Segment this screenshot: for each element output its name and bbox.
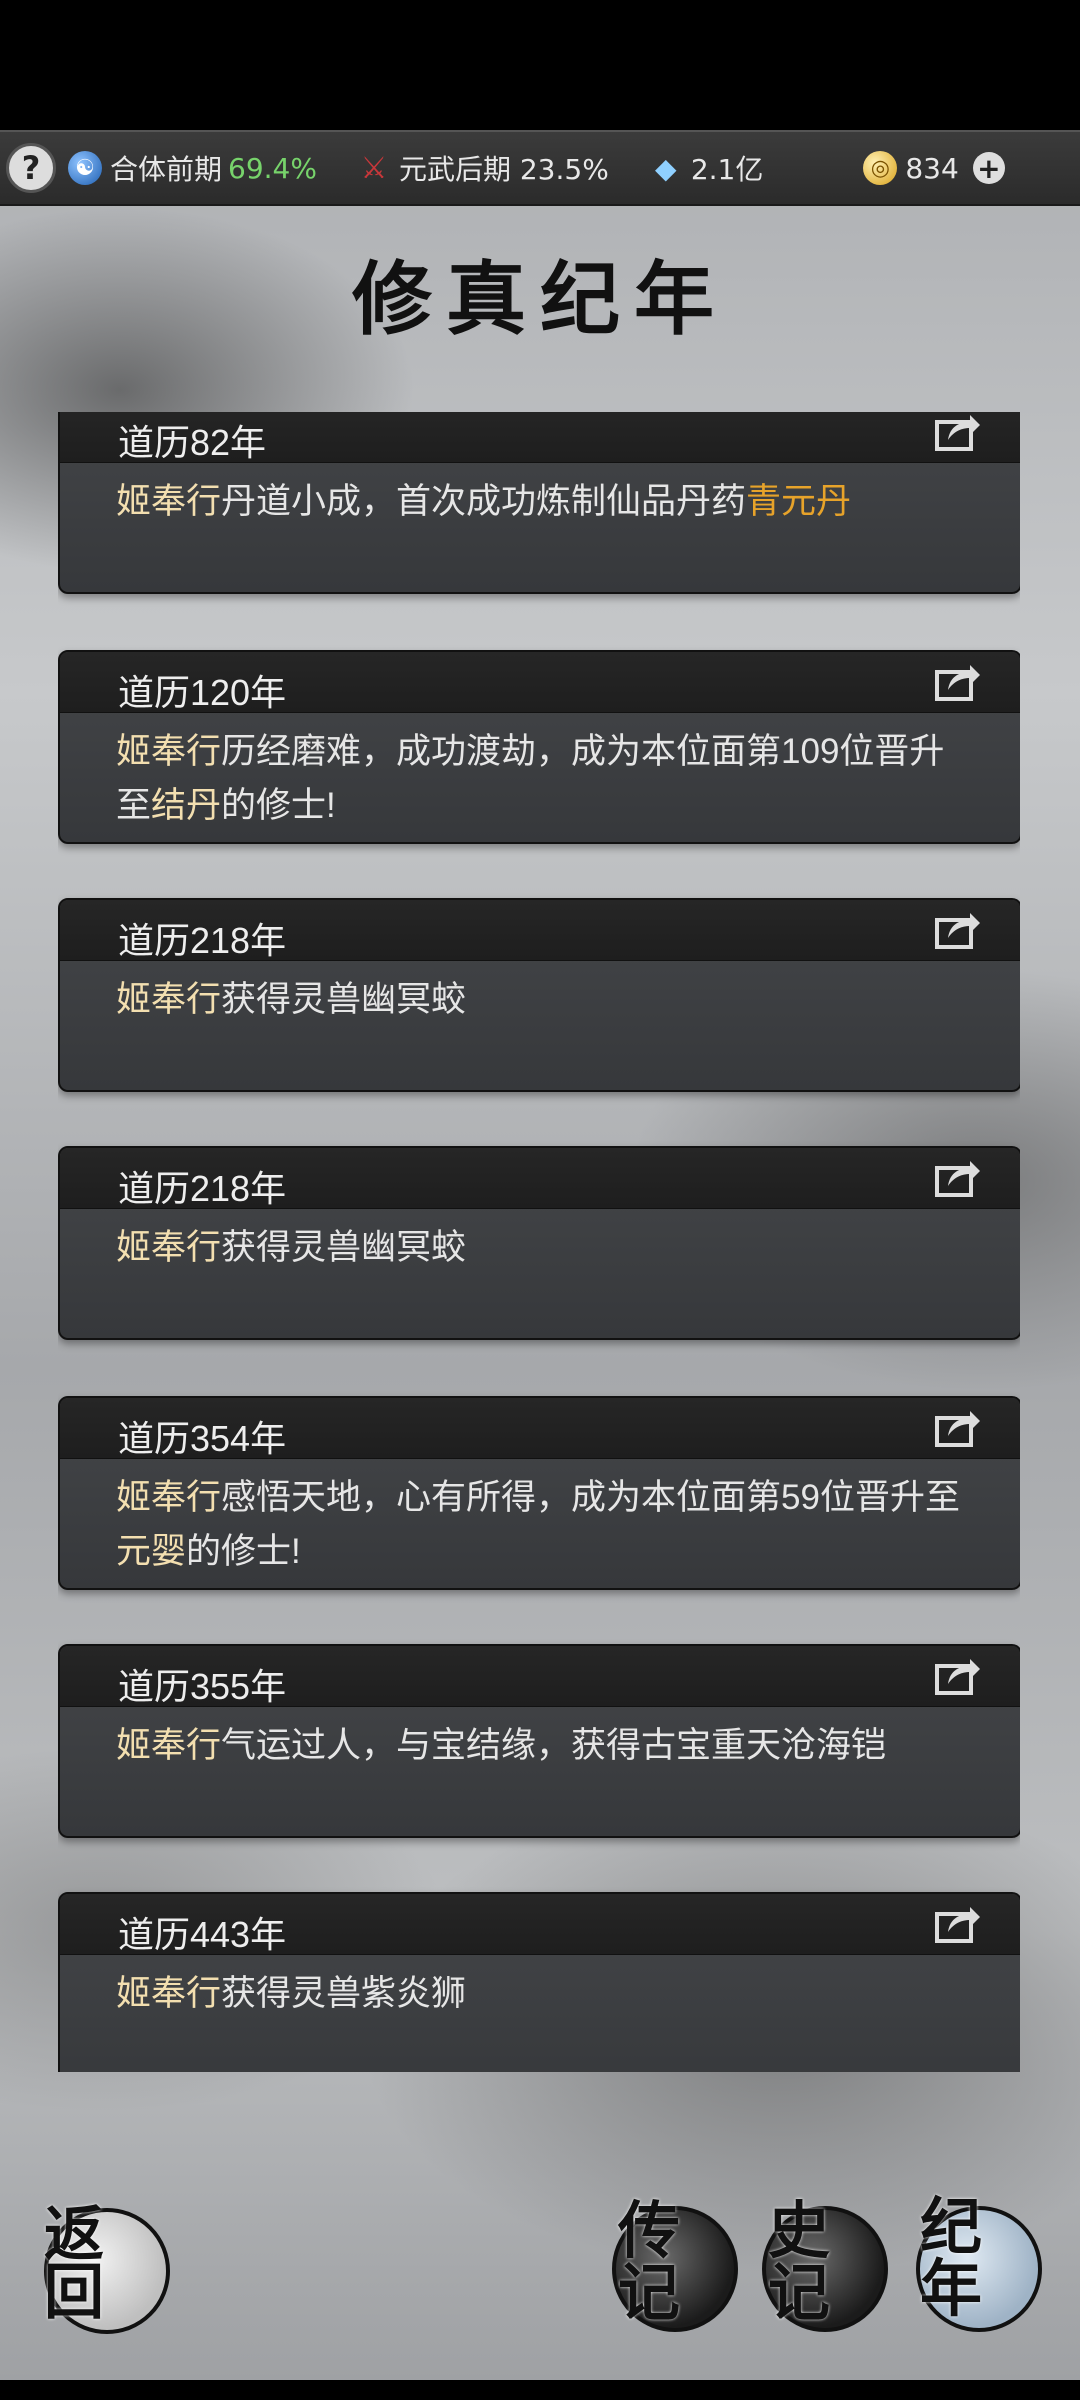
entry-description: 获得灵兽幽冥蛟 (221, 980, 467, 1019)
character-name: 姬奉行 (116, 980, 222, 1019)
back-label: 返回 (44, 2200, 174, 2328)
sword-icon: ⚔ (360, 150, 388, 186)
entry-text: 姬奉行气运过人，与宝结缘，获得古宝重天沧海铠 (60, 1707, 1020, 1773)
share-icon[interactable] (934, 1158, 982, 1198)
entry-header: 道历120年 (60, 652, 1020, 713)
chronicle-entry: 道历354年 姬奉行感悟天地，心有所得，成为本位面第59位晋升至元婴的修士! (58, 1396, 1020, 1590)
chronicle-text: 纪年 (920, 2190, 983, 2325)
plus-icon: + (977, 151, 1001, 185)
entry-text: 姬奉行丹道小成，首次成功炼制仙品丹药青元丹 (60, 463, 1020, 529)
status-bar: ? ☯ 合体前期 69.4% ⚔ 元武后期 23.5% ◆ 2.1亿 ◎ 834… (0, 130, 1080, 206)
yin-yang-icon: ☯ (68, 151, 102, 185)
entry-text: 姬奉行历经磨难，成功渡劫，成为本位面第109位晋升至结丹的修士! (60, 713, 1020, 833)
entry-header: 道历218年 (60, 1148, 1020, 1209)
item-highlight: 青元丹 (746, 482, 852, 521)
realm-highlight: 元婴 (116, 1532, 187, 1571)
entry-tail: 的修士! (221, 786, 336, 825)
chronicle-label: 纪年 (916, 2196, 1046, 2320)
entry-date: 道历443年 (118, 1914, 287, 1955)
entry-description: 获得灵兽紫炎狮 (221, 1974, 467, 2013)
entry-header: 道历355年 (60, 1646, 1020, 1707)
back-text: 返回 (44, 2200, 104, 2328)
jade-count: 834 (905, 151, 959, 185)
chronicle-entry: 道历355年 姬奉行气运过人，与宝结缘，获得古宝重天沧海铠 (58, 1644, 1020, 1838)
share-icon[interactable] (934, 662, 982, 702)
entry-description: 气运过人，与宝结缘，获得古宝重天沧海铠 (221, 1726, 887, 1765)
character-name: 姬奉行 (116, 1974, 222, 2013)
character-name: 姬奉行 (116, 732, 222, 771)
entry-header: 道历82年 (60, 412, 1020, 463)
share-icon[interactable] (934, 1408, 982, 1448)
entry-text: 姬奉行获得灵兽幽冥蛟 (60, 1209, 1020, 1275)
add-jade-button[interactable]: + (972, 151, 1005, 185)
character-name: 姬奉行 (116, 1478, 222, 1517)
entry-text: 姬奉行获得灵兽紫炎狮 (60, 1955, 1020, 2021)
entry-date: 道历218年 (118, 920, 287, 961)
page-title: 修真纪年 (352, 252, 728, 346)
chronicle-entry: 道历218年 姬奉行获得灵兽幽冥蛟 (58, 898, 1020, 1092)
jade-coin-icon: ◎ (863, 151, 898, 185)
chronicle-entry: 道历443年 姬奉行获得灵兽紫炎狮 (58, 1892, 1020, 2072)
entry-header: 道历443年 (60, 1894, 1020, 1955)
share-icon[interactable] (934, 412, 982, 452)
character-name: 姬奉行 (116, 482, 222, 521)
character-name: 姬奉行 (116, 1228, 222, 1267)
entry-date: 道历354年 (118, 1418, 287, 1459)
cultivation-label: 合体前期 (110, 153, 223, 186)
entry-description: 丹道小成，首次成功炼制仙品丹药 (221, 482, 747, 521)
history-text: 史记 (768, 2194, 831, 2329)
share-icon[interactable] (934, 1656, 982, 1696)
chronicle-entry: 道历82年 姬奉行丹道小成，首次成功炼制仙品丹药青元丹 (58, 412, 1020, 594)
entry-header: 道历218年 (60, 900, 1020, 961)
help-icon: ? (21, 149, 41, 187)
entry-text: 姬奉行获得灵兽幽冥蛟 (60, 961, 1020, 1027)
history-label: 史记 (762, 2200, 892, 2324)
chronicle-entry: 道历218年 姬奉行获得灵兽幽冥蛟 (58, 1146, 1020, 1340)
entry-description: 感悟天地，心有所得，成为本位面第59位晋升至 (221, 1478, 960, 1517)
entry-date: 道历120年 (118, 672, 287, 713)
entry-date: 道历218年 (118, 1168, 287, 1209)
spirit-stone-icon: ◆ (655, 151, 677, 185)
biography-text: 传记 (618, 2194, 681, 2329)
entry-text: 姬奉行感悟天地，心有所得，成为本位面第59位晋升至元婴的修士! (60, 1459, 1020, 1579)
spirit-stone-count: 2.1亿 (690, 153, 764, 186)
entry-date: 道历82年 (118, 422, 267, 463)
entry-tail: 的修士! (186, 1532, 301, 1571)
share-icon[interactable] (934, 1904, 982, 1944)
character-name: 姬奉行 (116, 1726, 222, 1765)
cultivation-progress: 69.4% (228, 151, 317, 185)
help-button[interactable]: ? (6, 143, 56, 193)
share-icon[interactable] (934, 910, 982, 950)
biography-label: 传记 (612, 2200, 742, 2324)
martial-label: 元武后期 23.5% (398, 153, 609, 186)
entry-date: 道历355年 (118, 1666, 287, 1707)
entry-header: 道历354年 (60, 1398, 1020, 1459)
realm-highlight: 结丹 (151, 786, 222, 825)
chronicle-entry: 道历120年 姬奉行历经磨难，成功渡劫，成为本位面第109位晋升至结丹的修士! (58, 650, 1020, 844)
chronicle-list[interactable]: 道历82年 姬奉行丹道小成，首次成功炼制仙品丹药青元丹 道历120年 姬奉行历经… (58, 412, 1020, 2072)
entry-description: 获得灵兽幽冥蛟 (221, 1228, 467, 1267)
